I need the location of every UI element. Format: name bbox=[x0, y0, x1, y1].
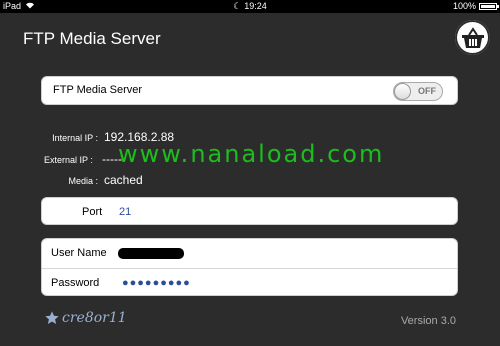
port-row[interactable]: Port 21 bbox=[41, 197, 458, 225]
version-label: Version 3.0 bbox=[400, 315, 456, 327]
server-toggle-row: FTP Media Server OFF bbox=[41, 76, 458, 105]
external-ip-row: External IP : ----- bbox=[41, 152, 122, 166]
status-time: 19:24 bbox=[244, 1, 267, 11]
server-toggle-label: FTP Media Server bbox=[53, 84, 143, 96]
battery-percent: 100% bbox=[452, 1, 476, 11]
password-row[interactable]: Password ●●●●●●●●● bbox=[42, 268, 457, 298]
username-label: User Name bbox=[51, 247, 107, 259]
developer-logo: cre8or11 bbox=[44, 310, 127, 326]
battery-icon bbox=[479, 3, 499, 10]
star-icon bbox=[45, 311, 59, 324]
username-row[interactable]: User Name bbox=[42, 239, 457, 268]
toggle-knob bbox=[394, 83, 411, 100]
login-card: User Name Password ●●●●●●●●● bbox=[41, 238, 458, 296]
logo-text: cre8or11 bbox=[62, 310, 127, 326]
username-field-redacted[interactable] bbox=[118, 248, 184, 259]
status-bar: iPad ☾ 19:24 100% bbox=[0, 0, 500, 13]
moon-icon: ☾ bbox=[233, 1, 242, 11]
password-label: Password bbox=[51, 277, 100, 289]
toggle-state: OFF bbox=[418, 86, 436, 96]
basket-icon bbox=[461, 26, 484, 48]
external-ip-label: External IP : bbox=[44, 155, 93, 165]
media-row: Media : cached bbox=[41, 173, 143, 187]
media-label: Media : bbox=[68, 176, 98, 186]
watermark-text: www.nanaload.com bbox=[118, 140, 385, 168]
port-field[interactable]: 21 bbox=[119, 206, 131, 218]
internal-ip-label: Internal IP : bbox=[52, 133, 98, 143]
media-value: cached bbox=[104, 173, 143, 187]
page-title: FTP Media Server bbox=[23, 29, 161, 48]
store-basket-button[interactable] bbox=[455, 20, 490, 55]
password-field[interactable]: ●●●●●●●●● bbox=[122, 277, 191, 289]
port-label: Port bbox=[82, 206, 103, 218]
server-toggle-switch[interactable]: OFF bbox=[393, 82, 443, 101]
